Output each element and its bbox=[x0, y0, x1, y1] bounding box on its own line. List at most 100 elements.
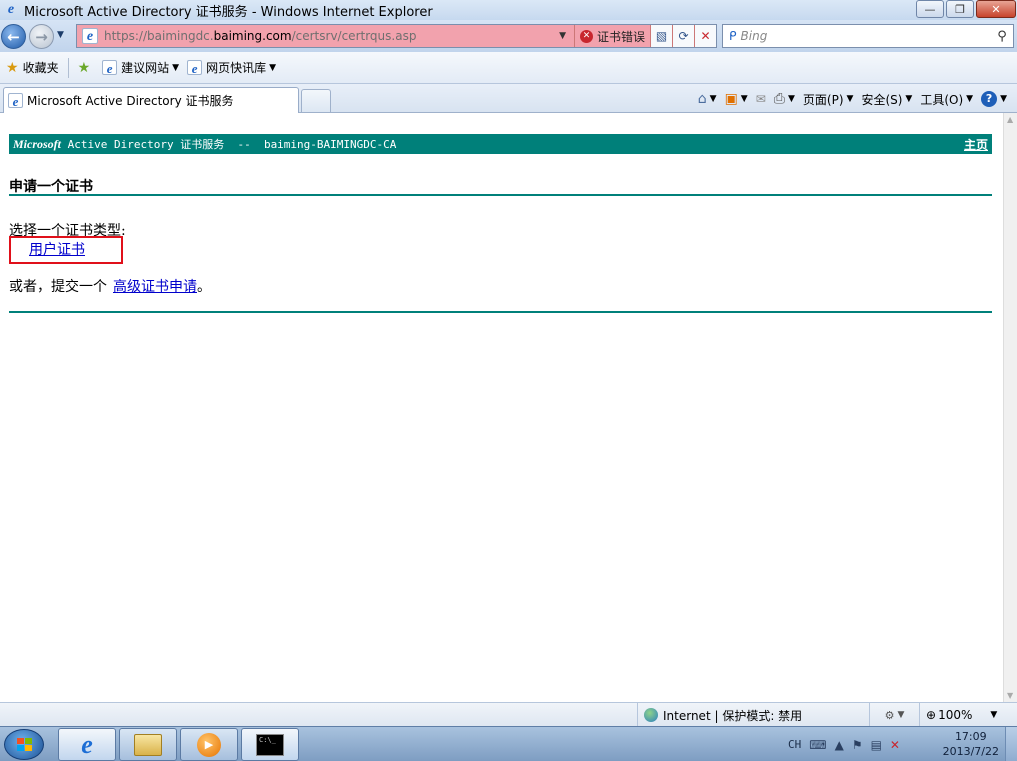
ie-page-icon: e bbox=[102, 60, 118, 76]
page-menu-label: 页面(P) bbox=[802, 92, 844, 107]
ie-icon: e bbox=[7, 2, 15, 17]
minimize-button[interactable]: — bbox=[916, 0, 944, 18]
folder-icon bbox=[134, 733, 162, 756]
feeds-button[interactable]: ▣ ▼ bbox=[721, 91, 752, 107]
divider bbox=[9, 311, 992, 313]
new-tab-button[interactable] bbox=[301, 89, 331, 112]
taskbar-ie-button[interactable]: e bbox=[58, 728, 116, 761]
clock[interactable]: 17:09 2013/7/22 bbox=[943, 729, 999, 759]
read-mail-button[interactable]: ✉ bbox=[752, 92, 770, 106]
windows-logo-icon bbox=[17, 738, 32, 752]
help-menu[interactable]: ? ▼ bbox=[977, 91, 1011, 107]
taskbar-cmd-button[interactable]: C:\_ bbox=[241, 728, 299, 761]
safety-menu[interactable]: 安全(S) ▼ bbox=[857, 91, 916, 108]
favorites-button[interactable]: ★ 收藏夹 bbox=[2, 56, 63, 80]
zoom-button[interactable]: ⊕ 100% ▼ bbox=[919, 703, 1017, 727]
security-zone-text: Internet | 保护模式: 禁用 bbox=[663, 708, 803, 723]
home-link[interactable]: 主页 bbox=[964, 136, 988, 153]
address-dropdown-icon[interactable]: ▼ bbox=[559, 31, 566, 41]
protected-mode-button[interactable]: ⚙ ▼ bbox=[869, 703, 919, 727]
certificate-error-button[interactable]: ✕ 证书错误 bbox=[573, 25, 650, 47]
favorites-star-icon: ★ bbox=[6, 59, 19, 76]
settings-icon: ⚙ bbox=[884, 708, 895, 722]
user-certificate-link[interactable]: 用户证书 bbox=[29, 239, 85, 259]
tab-ie-icon: e bbox=[8, 93, 23, 109]
media-player-icon: ▶ bbox=[197, 732, 221, 757]
tools-menu-label: 工具(O) bbox=[920, 92, 964, 107]
zoom-icon: ⊕ bbox=[926, 708, 937, 722]
chevron-down-icon: ▼ bbox=[740, 94, 748, 104]
tab-row: e Microsoft Active Directory 证书服务 ⌂ ▼ ▣ ▼ … bbox=[0, 84, 1017, 113]
volume-muted-icon[interactable]: ✕ bbox=[890, 738, 900, 752]
tab-active[interactable]: e Microsoft Active Directory 证书服务 bbox=[3, 87, 299, 113]
rss-icon: ▣ bbox=[724, 91, 738, 107]
forward-button[interactable]: → bbox=[29, 24, 54, 49]
advanced-certificate-request-link[interactable]: 高级证书申请 bbox=[113, 279, 197, 295]
window-controls: — ❐ ✕ bbox=[914, 0, 1016, 18]
favorites-label: 收藏夹 bbox=[22, 61, 59, 75]
mail-icon: ✉ bbox=[755, 92, 766, 106]
taskbar: e ▶ C:\_ CH ⌨ ▲ ⚑ ▤ ✕ 17:09 2013/7/22 bbox=[0, 726, 1017, 761]
language-indicator[interactable]: CH bbox=[788, 738, 801, 751]
web-slice-gallery-button[interactable]: e 网页快讯库 ▼ bbox=[183, 56, 280, 80]
keyboard-icon[interactable]: ⌨ bbox=[809, 738, 826, 752]
add-to-favorites-bar-button[interactable]: ★ bbox=[74, 56, 99, 80]
compatibility-view-button[interactable]: ▧ bbox=[650, 25, 672, 47]
command-bar: ⌂ ▼ ▣ ▼ ✉ ⎙ ▼ 页面(P) ▼ 安全(S) ▼ 工具(O) ▼ ? ▼ bbox=[694, 87, 1011, 111]
action-center-flag-icon[interactable]: ⚑ bbox=[852, 738, 863, 752]
show-desktop-button[interactable] bbox=[1005, 727, 1017, 761]
refresh-icon: ⟳ bbox=[678, 29, 689, 43]
banner-brand: Microsoft bbox=[13, 136, 61, 151]
scroll-down-icon[interactable]: ▼ bbox=[1007, 691, 1013, 700]
scroll-up-icon[interactable]: ▲ bbox=[1007, 115, 1013, 124]
add-favorite-icon: ★ bbox=[77, 59, 91, 76]
bing-logo-icon: ᑭ bbox=[729, 29, 737, 43]
security-zone[interactable]: Internet | 保护模式: 禁用 bbox=[637, 703, 869, 727]
chevron-down-icon: ▼ bbox=[172, 62, 180, 73]
page-banner: Microsoft Active Directory 证书服务 -- baimi… bbox=[9, 134, 992, 154]
start-button[interactable] bbox=[4, 729, 44, 760]
search-box[interactable]: ᑭ Bing ⚲ bbox=[722, 24, 1014, 48]
maximize-button[interactable]: ❐ bbox=[946, 0, 974, 18]
taskbar-explorer-button[interactable] bbox=[119, 728, 177, 761]
page-menu[interactable]: 页面(P) ▼ bbox=[799, 91, 858, 108]
chevron-down-icon: ▼ bbox=[990, 710, 998, 720]
back-button[interactable]: ← bbox=[1, 24, 26, 49]
vertical-scrollbar[interactable]: ▲ ▼ bbox=[1003, 113, 1017, 702]
globe-icon bbox=[644, 708, 658, 722]
separator bbox=[67, 57, 69, 78]
zoom-level: 100% bbox=[938, 708, 973, 722]
stop-icon: ✕ bbox=[700, 29, 711, 43]
command-prompt-icon: C:\_ bbox=[256, 733, 284, 756]
recent-pages-dropdown[interactable]: ▼ bbox=[57, 30, 64, 40]
search-icon[interactable]: ⚲ bbox=[991, 29, 1013, 44]
address-url[interactable]: https://baimingdc.baiming.com/certsrv/ce… bbox=[104, 29, 559, 43]
home-button[interactable]: ⌂ ▼ bbox=[694, 91, 721, 107]
close-button[interactable]: ✕ bbox=[976, 0, 1016, 18]
home-icon: ⌂ bbox=[697, 91, 707, 107]
certificate-error-label: 证书错误 bbox=[596, 29, 645, 44]
suggested-sites-button[interactable]: e 建议网站 ▼ bbox=[98, 56, 183, 80]
show-hidden-icons-icon[interactable]: ▲ bbox=[835, 738, 844, 752]
network-icon[interactable]: ▤ bbox=[871, 738, 882, 752]
or-text: 或者，提交一个 bbox=[9, 279, 107, 295]
print-icon: ⎙ bbox=[773, 91, 785, 107]
print-button[interactable]: ⎙ ▼ bbox=[770, 91, 799, 107]
certificate-error-icon: ✕ bbox=[579, 29, 593, 43]
chevron-down-icon: ▼ bbox=[905, 94, 913, 104]
search-input[interactable]: Bing bbox=[741, 29, 991, 43]
address-bar[interactable]: e https://baimingdc.baiming.com/certsrv/… bbox=[76, 24, 717, 48]
chevron-down-icon: ▼ bbox=[787, 94, 795, 104]
refresh-button[interactable]: ⟳ bbox=[672, 25, 694, 47]
stop-button[interactable]: ✕ bbox=[694, 25, 716, 47]
window-title: Microsoft Active Directory 证书服务 - Window… bbox=[24, 4, 433, 20]
chevron-down-icon: ▼ bbox=[269, 62, 277, 73]
help-icon: ? bbox=[981, 91, 998, 107]
title-bar: e Microsoft Active Directory 证书服务 - Wind… bbox=[0, 0, 1017, 20]
taskbar-media-player-button[interactable]: ▶ bbox=[180, 728, 238, 761]
tools-menu[interactable]: 工具(O) ▼ bbox=[916, 91, 977, 108]
page-content: Microsoft Active Directory 证书服务 -- baimi… bbox=[0, 113, 1003, 702]
page-icon: e bbox=[82, 28, 98, 44]
web-slice-label: 网页快讯库 bbox=[206, 61, 267, 75]
navigation-bar: ← → ▼ e https://baimingdc.baiming.com/ce… bbox=[0, 20, 1017, 52]
